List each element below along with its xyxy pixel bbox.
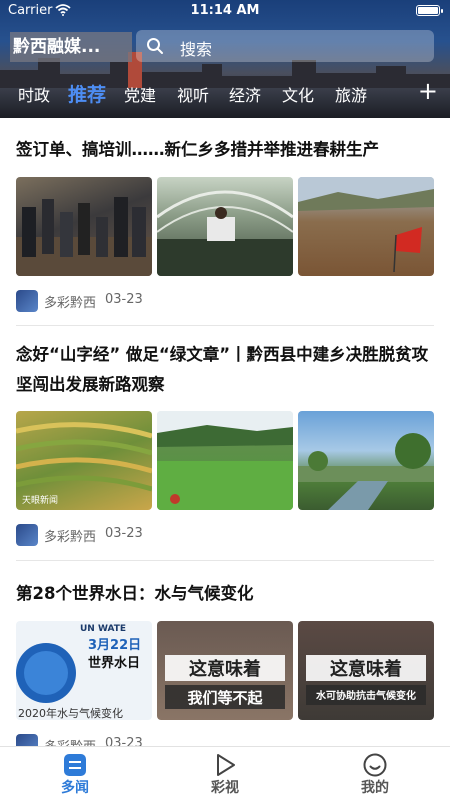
poster-text: UN WATE [80,624,126,634]
image-caption: 天眼新闻 [22,494,58,506]
news-feed[interactable]: 签订单、搞培训……新仁乡多措并举推进春耕生产 多彩黔西 03-23 念好“山字经… [0,118,450,746]
search-icon [147,38,163,54]
terraces-photo: 天眼新闻 [16,422,152,506]
tab-dangjian[interactable]: 党建 [124,82,156,106]
article-images [16,177,434,276]
news-article[interactable]: 第28个世界水日：水与气候变化 UN WATE 3月22日 世界水日 2020年… [16,579,434,746]
article-source: 多彩黔西 [44,736,96,746]
article-title[interactable]: 念好“山字经” 做足“绿文章”丨黔西县中建乡决胜脱贫攻坚闯出发展新路观察 [16,340,434,400]
bottom-nav: 多闻 彩视 我的 [0,746,450,800]
category-tabs: 时政 推荐 党建 视听 经济 文化 旅游 + [0,79,450,116]
greenhouse-photo [157,190,293,276]
article-images: 天眼新闻 [16,411,434,510]
battery-icon [416,5,443,16]
field-flag-photo [298,177,434,273]
nav-label: 彩视 [211,780,239,796]
poster-text: 我们等不起 [187,689,263,707]
news-article[interactable]: 念好“山字经” 做足“绿文章”丨黔西县中建乡决胜脱贫攻坚闯出发展新路观察 天眼新… [16,340,434,562]
status-bar: Carrier 11:14 AM [0,0,450,22]
source-logo-icon [16,290,38,312]
article-meta: 多彩黔西 03-23 [16,734,316,746]
nav-item-duowen[interactable]: 多闻 [0,747,150,800]
article-date: 03-23 [105,736,143,746]
poster-text: 这意味着 [189,658,261,680]
article-image[interactable] [157,411,293,510]
news-icon [64,754,86,776]
tab-wenhua[interactable]: 文化 [282,82,314,106]
app-header: Carrier 11:14 AM 黔西融媒... 搜索 时政 推荐 党建 视听 … [0,0,450,118]
article-image[interactable] [157,177,293,276]
article-image[interactable] [16,177,152,276]
divider [16,560,434,561]
article-image[interactable] [298,411,434,510]
article-meta: 多彩黔西 03-23 [16,524,316,546]
play-icon [217,754,235,776]
article-image[interactable] [298,177,434,276]
article-source: 多彩黔西 [44,530,97,545]
article-images: UN WATE 3月22日 世界水日 2020年水与气候变化 这意味着 我们等不… [16,621,434,720]
article-image[interactable]: 这意味着 水可协助抗击气候变化 [298,621,434,720]
nav-label: 多闻 [61,780,89,796]
nav-item-caishi[interactable]: 彩视 [150,747,300,800]
world-water-day-poster: UN WATE 3月22日 世界水日 2020年水与气候变化 [16,624,141,720]
poster-text: 这意味着 [330,658,402,680]
poster-title: 世界水日 [88,655,140,671]
smile-icon [363,753,387,777]
rice-field-photo [157,411,293,510]
news-article[interactable]: 签订单、搞培训……新仁乡多措并举推进春耕生产 多彩黔西 03-23 [16,135,434,326]
nav-label: 我的 [361,780,389,796]
poster-date: 3月22日 [88,638,141,653]
divider [16,325,434,326]
nav-item-wode[interactable]: 我的 [300,747,450,800]
article-image[interactable]: 天眼新闻 [16,411,152,510]
article-title[interactable]: 第28个世界水日：水与气候变化 [16,579,434,609]
add-tab-icon[interactable]: + [418,79,438,103]
article-title[interactable]: 签订单、搞培训……新仁乡多措并举推进春耕生产 [16,135,434,165]
article-source: 多彩黔西 [44,296,97,311]
article-image[interactable]: UN WATE 3月22日 世界水日 2020年水与气候变化 [16,621,152,720]
tab-lvyou[interactable]: 旅游 [335,82,367,106]
tab-shizheng[interactable]: 时政 [18,82,50,106]
source-logo-icon [16,524,38,546]
search-bar[interactable]: 搜索 [136,30,434,62]
crowd-photo [16,197,152,276]
climate-poster: 这意味着 我们等不起 [165,655,285,709]
source-logo-icon [16,734,38,746]
riverside-photo [298,433,434,510]
article-image[interactable]: 这意味着 我们等不起 [157,621,293,720]
tab-jingji[interactable]: 经济 [229,82,261,106]
poster-text: 水可协助抗击气候变化 [315,689,416,702]
app-logo[interactable]: 黔西融媒... [10,32,132,62]
poster-subtitle: 2020年水与气候变化 [18,706,123,720]
tab-shiting[interactable]: 视听 [177,82,209,106]
search-placeholder: 搜索 [180,40,213,59]
article-date: 03-23 [105,526,143,541]
climate-poster: 这意味着 水可协助抗击气候变化 [306,655,426,705]
article-date: 03-23 [105,292,143,307]
clock: 11:14 AM [190,3,260,18]
article-meta: 多彩黔西 03-23 [16,290,316,312]
tab-tuijian[interactable]: 推荐 [68,80,106,107]
